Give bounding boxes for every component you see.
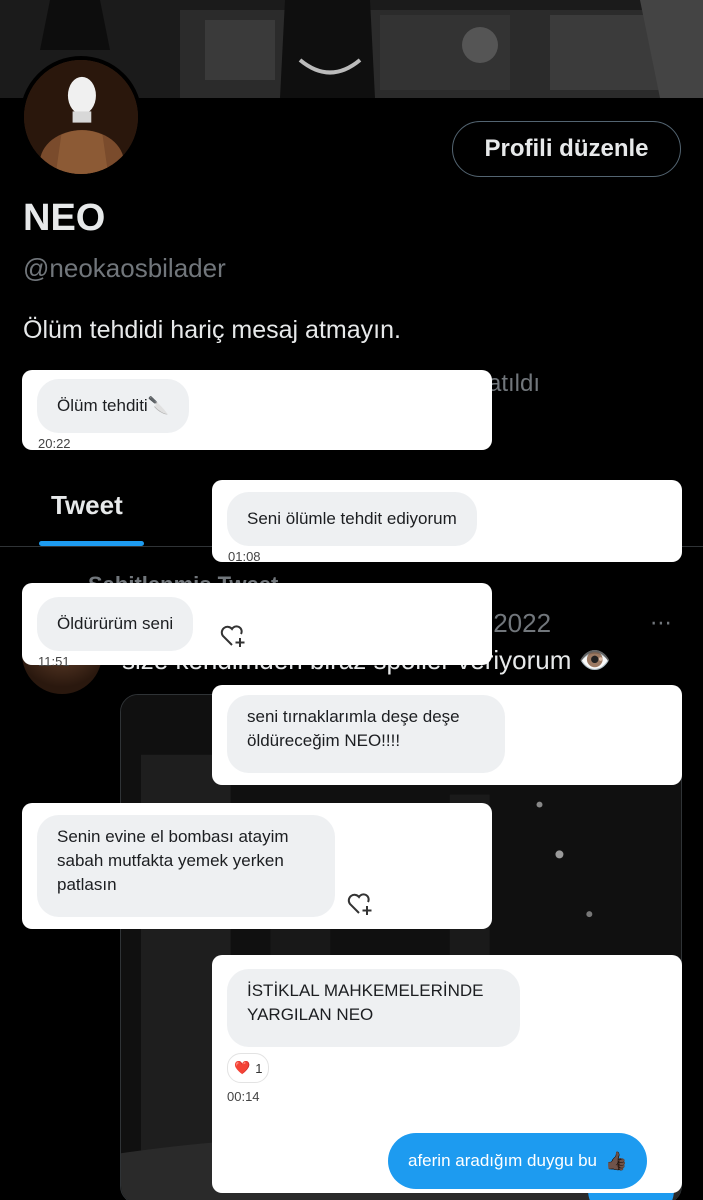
profile-avatar[interactable]	[20, 56, 142, 178]
avatar-image	[24, 60, 138, 174]
message-bubble[interactable]: Ölüm tehditi🔪	[37, 379, 189, 433]
chat-card-1: Ölüm tehditi🔪 20:22	[22, 370, 492, 451]
tab-tweets[interactable]: Tweet	[51, 490, 123, 521]
sent-message-text: aferin aradığım duygu bu	[408, 1151, 598, 1170]
message-bubble[interactable]: Öldürürüm seni	[37, 597, 194, 651]
joined-date-fragment: atıldı	[488, 370, 541, 397]
more-icon[interactable]: ⋯	[650, 610, 673, 636]
chat-card-3: Öldürürüm seni 11:51	[22, 583, 492, 669]
heart-reaction-icon: ❤️	[234, 1060, 251, 1075]
tweet-date: .2022	[486, 608, 552, 638]
sent-message-bubble[interactable]: aferin aradığım duygu bu 👍🏿	[388, 1133, 648, 1189]
message-bubble[interactable]: seni tırnaklarımla deşe deşe öldüreceğim…	[227, 695, 505, 773]
display-name: NEO	[23, 197, 106, 239]
thumbs-up-icon: 👍🏿	[605, 1150, 628, 1171]
message-time: 01:08	[228, 549, 261, 564]
chat-card-4: seni tırnaklarımla deşe deşe öldüreceğim…	[212, 685, 682, 785]
message-time: 11:51	[38, 654, 70, 669]
reaction-count: 1	[255, 1060, 263, 1076]
edit-profile-button[interactable]: Profili düzenle	[452, 121, 681, 177]
message-bubble[interactable]: Senin evine el bombası atayim sabah mutf…	[37, 815, 335, 917]
message-time: 00:14	[227, 1089, 260, 1104]
heart-plus-icon[interactable]	[220, 624, 248, 648]
profile-bio: Ölüm tehdidi hariç mesaj atmayın.	[23, 316, 401, 344]
message-reaction[interactable]: ❤️ 1	[227, 1053, 270, 1083]
message-bubble[interactable]: İSTİKLAL MAHKEMELERİNDE YARGILAN NEO	[227, 969, 520, 1047]
user-handle: @neokaosbilader	[23, 253, 226, 283]
chat-card-5: Senin evine el bombası atayim sabah mutf…	[22, 803, 492, 929]
heart-plus-icon[interactable]	[347, 892, 375, 916]
chat-card-2: Seni ölümle tehdit ediyorum 01:08	[212, 480, 682, 564]
message-bubble[interactable]: Seni ölümle tehdit ediyorum	[227, 492, 477, 546]
chat-card-6: İSTİKLAL MAHKEMELERİNDE YARGILAN NEO ❤️ …	[212, 955, 682, 1193]
message-time: 20:22	[38, 436, 71, 451]
